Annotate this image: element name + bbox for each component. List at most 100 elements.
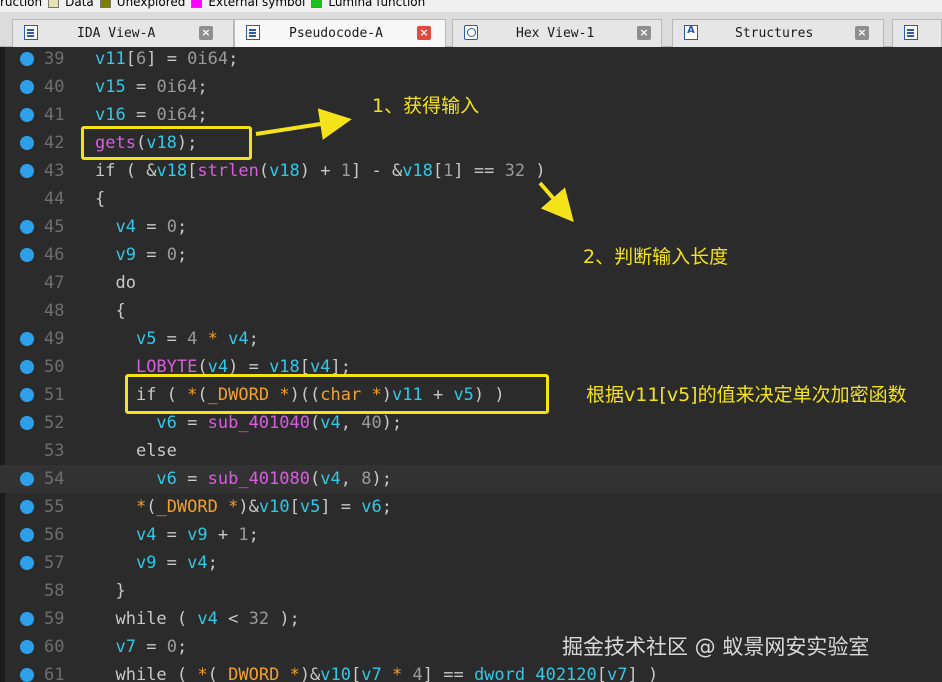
legend-label: Unexplored [116, 0, 186, 9]
code-line[interactable]: 46 v9 = 0; [0, 241, 942, 269]
legend-swatch [191, 0, 203, 8]
legend-swatch [311, 0, 323, 8]
breakpoint-dot-icon[interactable] [20, 136, 34, 150]
code-text: v9 = v4; [135, 553, 218, 573]
legend-swatch [48, 0, 60, 8]
code-line[interactable]: 47 do [0, 269, 942, 297]
close-icon[interactable]: × [637, 26, 651, 40]
line-number: 49 [44, 329, 65, 349]
breakpoint-dot-icon[interactable] [20, 360, 34, 374]
line-number: 54 [44, 469, 65, 489]
tab-ida-view[interactable]: IDA View-A × [12, 19, 234, 47]
code-line[interactable]: 56 v4 = v9 + 1; [0, 521, 942, 549]
code-line[interactable]: 54 v6 = sub_401080(v4, 8); [0, 465, 942, 493]
hex-icon [464, 25, 478, 40]
code-line[interactable]: 39 v11[6] = 0i64; [0, 45, 942, 73]
code-text: v5 = 4 * v4; [135, 329, 259, 349]
breakpoint-dot-icon[interactable] [20, 108, 34, 122]
breakpoint-dot-icon[interactable] [20, 388, 34, 402]
code-text: v9 = 0; [115, 245, 188, 265]
tab-hex-view[interactable]: Hex View-1 × [452, 19, 662, 47]
tab-pseudocode[interactable]: Pseudocode-A × [234, 19, 446, 47]
list-icon [246, 25, 260, 40]
code-text: v6 = sub_401080(v4, 8); [156, 469, 392, 489]
breakpoint-dot-icon[interactable] [20, 416, 34, 430]
breakpoint-dot-icon[interactable] [20, 528, 34, 542]
code-line[interactable]: 53 else [0, 437, 942, 465]
line-number: 59 [44, 609, 65, 629]
line-number: 50 [44, 357, 65, 377]
tab-label: IDA View-A [77, 26, 156, 41]
legend-label: Data [65, 0, 94, 9]
code-line[interactable]: 58 } [0, 577, 942, 605]
breakpoint-dot-icon[interactable] [20, 248, 34, 262]
legend-item: Lumina function [311, 0, 425, 9]
line-number: 41 [44, 105, 65, 125]
tab-label: Structures [735, 26, 814, 41]
annotation-box-if [125, 374, 549, 414]
tab-enums[interactable] [892, 19, 942, 47]
legend-label: External symbol [208, 0, 306, 9]
code-text: { [95, 189, 106, 209]
line-number: 48 [44, 301, 65, 321]
code-line[interactable]: 45 v4 = 0; [0, 213, 942, 241]
code-text: *(_DWORD *)&v10[v5] = v6; [135, 497, 392, 517]
line-number: 43 [44, 161, 65, 181]
code-text: if ( &v18[strlen(v18) + 1] - &v18[1] == … [95, 161, 546, 181]
code-text: do [115, 273, 136, 293]
code-line[interactable]: 49 v5 = 4 * v4; [0, 325, 942, 353]
annotation-note-1: 1、获得输入 [372, 95, 480, 117]
breakpoint-dot-icon[interactable] [20, 164, 34, 178]
watermark: 掘金技术社区 @ 蚁景网安实验室 [562, 635, 870, 659]
breakpoint-dot-icon[interactable] [20, 612, 34, 626]
code-text: v7 = 0; [115, 637, 188, 657]
line-number: 42 [44, 133, 65, 153]
line-number: 40 [44, 77, 65, 97]
code-text: v15 = 0i64; [95, 77, 208, 97]
legend-item: Unexplored [99, 0, 186, 9]
code-text: } [95, 581, 126, 601]
line-number: 45 [44, 217, 65, 237]
close-icon[interactable]: × [199, 26, 213, 40]
breakpoint-dot-icon[interactable] [20, 556, 34, 570]
code-line[interactable]: 57 v9 = v4; [0, 549, 942, 577]
code-line[interactable]: 44 { [0, 185, 942, 213]
breakpoint-dot-icon[interactable] [20, 220, 34, 234]
code-text: v4 = v9 + 1; [135, 525, 259, 545]
code-line[interactable]: 55 *(_DWORD *)&v10[v5] = v6; [0, 493, 942, 521]
line-number: 47 [44, 273, 65, 293]
line-number: 61 [44, 665, 65, 682]
legend-item: External symbol [191, 0, 305, 9]
line-number: 58 [44, 581, 65, 601]
legend-label: ruction [0, 0, 43, 9]
breakpoint-dot-icon[interactable] [20, 52, 34, 66]
breakpoint-dot-icon[interactable] [20, 668, 34, 682]
close-icon[interactable]: × [855, 26, 869, 40]
line-number: 60 [44, 637, 65, 657]
code-line[interactable]: 43 if ( &v18[strlen(v18) + 1] - &v18[1] =… [0, 157, 942, 185]
annotation-note-2: 2、判断输入长度 [583, 246, 729, 268]
tab-structures[interactable]: A Structures × [672, 19, 884, 47]
color-legend: ruction Data Unexplored External symbol Lumi… [0, 0, 942, 12]
code-text: { [95, 301, 126, 321]
breakpoint-dot-icon[interactable] [20, 332, 34, 346]
annotation-note-3: 根据v11[v5]的值来决定单次加密函数 [586, 384, 907, 406]
breakpoint-dot-icon[interactable] [20, 80, 34, 94]
tab-label: Pseudocode-A [289, 26, 383, 41]
breakpoint-dot-icon[interactable] [20, 500, 34, 514]
close-icon[interactable]: × [417, 26, 431, 40]
code-line[interactable]: 48 { [0, 297, 942, 325]
code-line[interactable]: 59 while ( v4 < 32 ); [0, 605, 942, 633]
enum-icon [904, 25, 918, 40]
line-number: 56 [44, 525, 65, 545]
line-number: 44 [44, 189, 65, 209]
line-number: 46 [44, 245, 65, 265]
code-text: v16 = 0i64; [95, 105, 208, 125]
breakpoint-dot-icon[interactable] [20, 640, 34, 654]
code-text: while ( *(_DWORD *)&v10[v7 * 4] == dword… [115, 665, 659, 682]
legend-swatch [99, 0, 111, 8]
code-line[interactable]: 61 while ( *(_DWORD *)&v10[v7 * 4] == dw… [0, 661, 942, 682]
annotation-box-gets [81, 126, 252, 160]
breakpoint-dot-icon[interactable] [20, 472, 34, 486]
line-number: 51 [44, 385, 65, 405]
